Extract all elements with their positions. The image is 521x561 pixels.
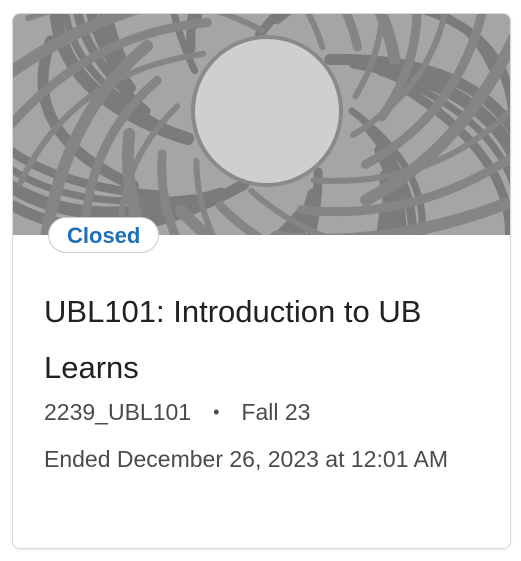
course-end-date: Ended December 26, 2023 at 12:01 AM [44,446,449,472]
course-image[interactable] [13,14,510,235]
course-card[interactable]: Closed UBL101: Introduction to UB Learns… [12,13,511,549]
course-code: 2239_UBL101 [44,399,192,425]
status-badge: Closed [48,217,160,253]
course-meta: 2239_UBL101 • Fall 23 [44,397,310,429]
abstract-woven-pattern-image [13,14,510,235]
course-term: Fall 23 [241,399,311,425]
course-title[interactable]: UBL101: Introduction to UB Learns [44,284,494,396]
meta-separator: • [213,401,220,422]
